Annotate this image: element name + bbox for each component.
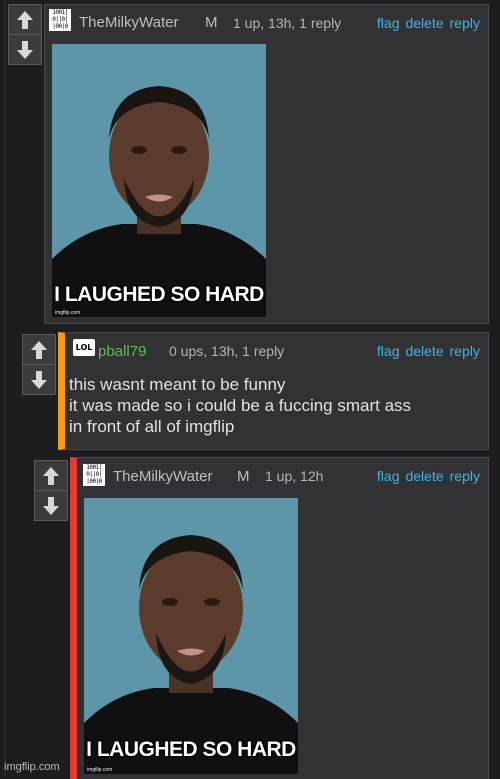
reply-link[interactable]: reply: [450, 15, 480, 31]
mod-badge: M: [237, 468, 250, 485]
upvote-arrow-icon: [17, 10, 33, 29]
flag-link[interactable]: flag: [377, 343, 400, 359]
user-avatar[interactable]: LOL: [73, 339, 95, 356]
comment-body: 1001| 0||0| |00|0 TheMilkyWater M 1 up, …: [70, 457, 489, 779]
meme-image[interactable]: I LAUGHED SO HARD imgflip.com: [84, 498, 298, 774]
comment-actions: flag delete reply: [371, 468, 480, 484]
avatar-line: 0||0|: [86, 471, 102, 478]
avatar-line: 1001|: [86, 464, 102, 471]
downvote-button[interactable]: [23, 364, 55, 394]
downvote-button[interactable]: [9, 34, 41, 64]
comment-actions: flag delete reply: [371, 343, 480, 359]
meme-watermark: imgflip.com: [87, 767, 113, 773]
comment-body: 1001| 0||0| |00|0 TheMilkyWater M 1 up, …: [44, 4, 489, 324]
comment-meta: 1 up, 13h, 1 reply: [233, 15, 342, 31]
meme-image[interactable]: I LAUGHED SO HARD imgflip.com: [52, 44, 266, 317]
vote-widget: [34, 460, 68, 521]
downvote-arrow-icon: [31, 370, 47, 389]
thread-gutter: [4, 0, 6, 776]
comment-meta: 0 ups, 13h, 1 reply: [169, 343, 285, 359]
username-link[interactable]: pball79: [98, 343, 146, 360]
avatar-label: LOL: [75, 343, 93, 352]
meme-caption: I LAUGHED SO HARD: [54, 283, 264, 306]
upvote-arrow-icon: [31, 340, 47, 359]
meme-caption: I LAUGHED SO HARD: [86, 738, 296, 761]
imgflip-watermark: imgflip.com: [4, 761, 60, 773]
meme-watermark: imgflip.com: [55, 310, 81, 316]
downvote-arrow-icon: [17, 40, 33, 59]
vote-widget: [22, 334, 56, 395]
portrait-illustration: [84, 498, 298, 774]
avatar-line: 1001|: [52, 9, 68, 16]
avatar-line: |00|0: [86, 478, 102, 485]
delete-link[interactable]: delete: [405, 468, 443, 484]
flag-link[interactable]: flag: [377, 468, 400, 484]
delete-link[interactable]: delete: [405, 343, 443, 359]
comment-meta: 1 up, 12h: [265, 468, 324, 484]
comment-body: LOL pball79 0 ups, 13h, 1 reply flag dele…: [58, 332, 489, 450]
upvote-arrow-icon: [43, 466, 59, 485]
upvote-button[interactable]: [23, 335, 55, 364]
user-avatar[interactable]: 1001| 0||0| |00|0: [49, 9, 71, 31]
username-link[interactable]: TheMilkyWater: [79, 14, 178, 31]
delete-link[interactable]: delete: [405, 15, 443, 31]
portrait-illustration: [52, 44, 266, 317]
downvote-button[interactable]: [35, 490, 67, 520]
comment-text: this wasnt meant to be funny it was made…: [69, 375, 412, 436]
reply-link[interactable]: reply: [450, 468, 480, 484]
flag-link[interactable]: flag: [377, 15, 400, 31]
vote-widget: [8, 4, 42, 65]
reply-link[interactable]: reply: [450, 343, 480, 359]
downvote-arrow-icon: [43, 496, 59, 515]
user-avatar[interactable]: 1001| 0||0| |00|0: [83, 464, 105, 486]
avatar-line: 0||0|: [52, 16, 68, 23]
comment-actions: flag delete reply: [371, 15, 480, 31]
upvote-button[interactable]: [9, 5, 41, 34]
upvote-button[interactable]: [35, 461, 67, 490]
avatar-line: |00|0: [52, 23, 68, 30]
username-link[interactable]: TheMilkyWater: [113, 468, 212, 485]
mod-badge: M: [205, 14, 218, 31]
